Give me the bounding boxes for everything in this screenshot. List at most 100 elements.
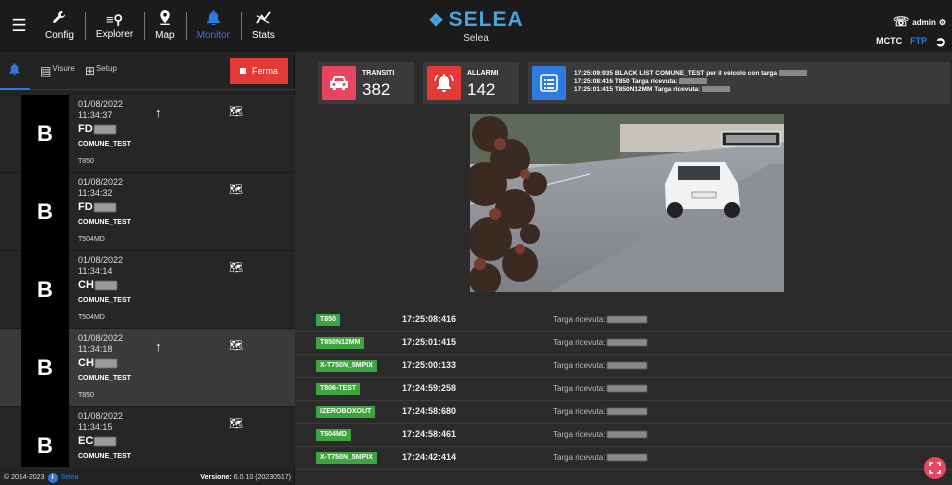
tab-underline xyxy=(30,89,295,90)
event-message: Targa ricevuta: xyxy=(553,407,606,416)
plate-redacted xyxy=(93,202,116,212)
explorer-icon: ≡⚲ xyxy=(105,11,124,27)
selea-link[interactable]: Selea xyxy=(61,474,79,481)
country-code: B xyxy=(21,407,69,467)
table-row[interactable]: IZEROBOXOUT 17:24:58:680 Targa ricevuta: xyxy=(296,401,952,424)
plate-redacted xyxy=(94,358,117,368)
camera-badge: IZEROBOXOUT xyxy=(316,406,376,418)
list-item[interactable]: B 01/08/2022 11:34:32 FD COMUNE_TEST T504… xyxy=(0,173,295,251)
nav-map-label: Map xyxy=(155,30,175,41)
event-time: 17:25:00:133 xyxy=(402,360,457,370)
item-date: 01/08/2022 xyxy=(78,333,124,343)
copyright-text: © 2014-2023 xyxy=(4,474,45,481)
item-date: 01/08/2022 xyxy=(78,99,124,109)
log-line: 17:25:08:416 T850 Targa ricevuta: xyxy=(574,78,678,85)
plate-text: FD xyxy=(78,123,93,135)
list-item[interactable]: B 01/08/2022 11:34:37 FD COMUNE_TEST T850… xyxy=(0,95,295,173)
user-menu[interactable]: ☏ admin ⚙ xyxy=(893,14,946,30)
stop-label: Ferma xyxy=(251,66,278,76)
map-icon[interactable]: 🗺 xyxy=(229,339,243,352)
event-message: Targa ricevuta: xyxy=(553,338,606,347)
transiti-count: 382 xyxy=(362,80,391,99)
user-settings-icon[interactable]: ⚙ xyxy=(939,18,946,27)
tab-visure-label: Visure xyxy=(52,64,75,73)
list-item[interactable]: B 01/08/2022 11:34:14 CH COMUNE_TEST T504… xyxy=(0,251,295,329)
camera-badge: T806-TEST xyxy=(316,383,361,395)
nav-stats[interactable]: Stats xyxy=(240,8,286,44)
nav-explorer[interactable]: ≡⚲ Explorer xyxy=(84,8,144,44)
event-time: 17:24:42:414 xyxy=(402,452,457,462)
nav-stats-label: Stats xyxy=(251,30,275,41)
comune-label: COMUNE_TEST xyxy=(78,141,131,148)
allarmi-card: ALLARMI 142 xyxy=(423,62,519,104)
table-row[interactable]: X-T750N_5MPIX 17:24:42:414 Targa ricevut… xyxy=(296,447,952,470)
event-time: 17:24:59:258 xyxy=(402,383,457,393)
map-icon[interactable]: 🗺 xyxy=(229,183,243,196)
camera-label: T504MD xyxy=(78,314,105,321)
table-row[interactable]: T850N12MM 17:25:01:415 Targa ricevuta: xyxy=(296,332,952,355)
plate-text: FD xyxy=(78,201,93,213)
nav-map[interactable]: Map xyxy=(144,8,185,44)
transit-list-panel: ▤ Visure ⊞ Setup Ferma B 01/08/2022 11:34… xyxy=(0,52,295,485)
table-row[interactable]: X-T750N_5MPIX 17:25:00:133 Targa ricevut… xyxy=(296,355,952,378)
stop-button[interactable]: Ferma xyxy=(230,58,288,84)
country-code: B xyxy=(21,251,69,329)
plate-redacted xyxy=(607,339,648,346)
left-tabs: ▤ Visure ⊞ Setup Ferma xyxy=(0,52,295,90)
bell-icon xyxy=(9,62,20,78)
map-icon[interactable]: 🗺 xyxy=(229,261,243,274)
plate-text: CH xyxy=(78,279,94,291)
ftp-link[interactable]: FTP xyxy=(910,36,927,46)
event-time: 17:24:58:680 xyxy=(402,406,457,416)
event-message: Targa ricevuta: xyxy=(553,315,606,324)
item-time: 11:34:18 xyxy=(78,344,113,354)
map-icon[interactable]: 🗺 xyxy=(229,417,243,430)
nav-config[interactable]: Config xyxy=(34,8,85,44)
log-redacted xyxy=(778,70,807,77)
table-row[interactable]: T850 17:25:08:416 Targa ricevuta: xyxy=(296,309,952,332)
plate-redacted xyxy=(607,316,648,323)
plate-redacted xyxy=(607,431,648,438)
tab-monitor[interactable] xyxy=(0,52,30,90)
list-item-selected[interactable]: B 01/08/2022 11:34:18 CH COMUNE_TEST T850… xyxy=(0,329,295,407)
logout-icon[interactable]: ➲ xyxy=(935,35,946,48)
table-row[interactable]: T806-TEST 17:24:59:258 Targa ricevuta: xyxy=(296,378,952,401)
event-message: Targa ricevuta: xyxy=(553,430,606,439)
info-icon[interactable]: i xyxy=(47,472,58,483)
fullscreen-button[interactable] xyxy=(924,457,946,479)
list-icon: ▤ xyxy=(40,64,52,78)
list-box-icon xyxy=(532,66,566,100)
camera-badge: X-T750N_5MPIX xyxy=(316,452,377,464)
log-line: 17:25:09:935 BLACK LIST COMUNE_TEST per … xyxy=(574,70,777,77)
item-date: 01/08/2022 xyxy=(78,255,124,265)
plate-redacted xyxy=(94,280,117,290)
map-icon[interactable]: 🗺 xyxy=(229,105,243,118)
allarmi-title: ALLARMI xyxy=(467,70,499,77)
transit-list[interactable]: B 01/08/2022 11:34:37 FD COMUNE_TEST T850… xyxy=(0,95,295,467)
item-date: 01/08/2022 xyxy=(78,411,124,421)
tab-setup[interactable]: ⊞ Setup xyxy=(85,64,117,78)
version-value: 6.0.10 (20230517) xyxy=(233,474,291,481)
camera-label: T850 xyxy=(78,158,94,165)
tab-visure[interactable]: ▤ Visure xyxy=(40,64,75,78)
stop-icon xyxy=(239,68,246,74)
plate-redacted xyxy=(607,454,648,461)
bell-icon xyxy=(206,10,220,28)
log-redacted xyxy=(679,78,708,85)
event-time: 17:24:58:461 xyxy=(402,429,457,439)
event-message: Targa ricevuta: xyxy=(553,361,606,370)
event-time: 17:25:08:416 xyxy=(402,314,457,324)
item-date: 01/08/2022 xyxy=(78,177,124,187)
event-message: Targa ricevuta: xyxy=(553,384,606,393)
item-time: 11:34:14 xyxy=(78,266,113,276)
menu-icon[interactable]: ☰ xyxy=(4,16,34,36)
mctc-link[interactable]: MCTC xyxy=(876,36,902,46)
direction-up-icon: ↑ xyxy=(155,339,162,354)
table-row[interactable]: T504MD 17:24:58:461 Targa ricevuta: xyxy=(296,424,952,447)
camera-badge: X-T750N_5MPIX xyxy=(316,360,377,372)
support-icon[interactable]: ☏ xyxy=(893,14,909,30)
nav-monitor[interactable]: Monitor xyxy=(185,8,241,44)
selea-logo-icon: ❖ xyxy=(428,11,445,30)
list-item[interactable]: B 01/08/2022 11:34:15 EC COMUNE_TEST 🗺 xyxy=(0,407,295,467)
tab-setup-label: Setup xyxy=(95,64,117,73)
